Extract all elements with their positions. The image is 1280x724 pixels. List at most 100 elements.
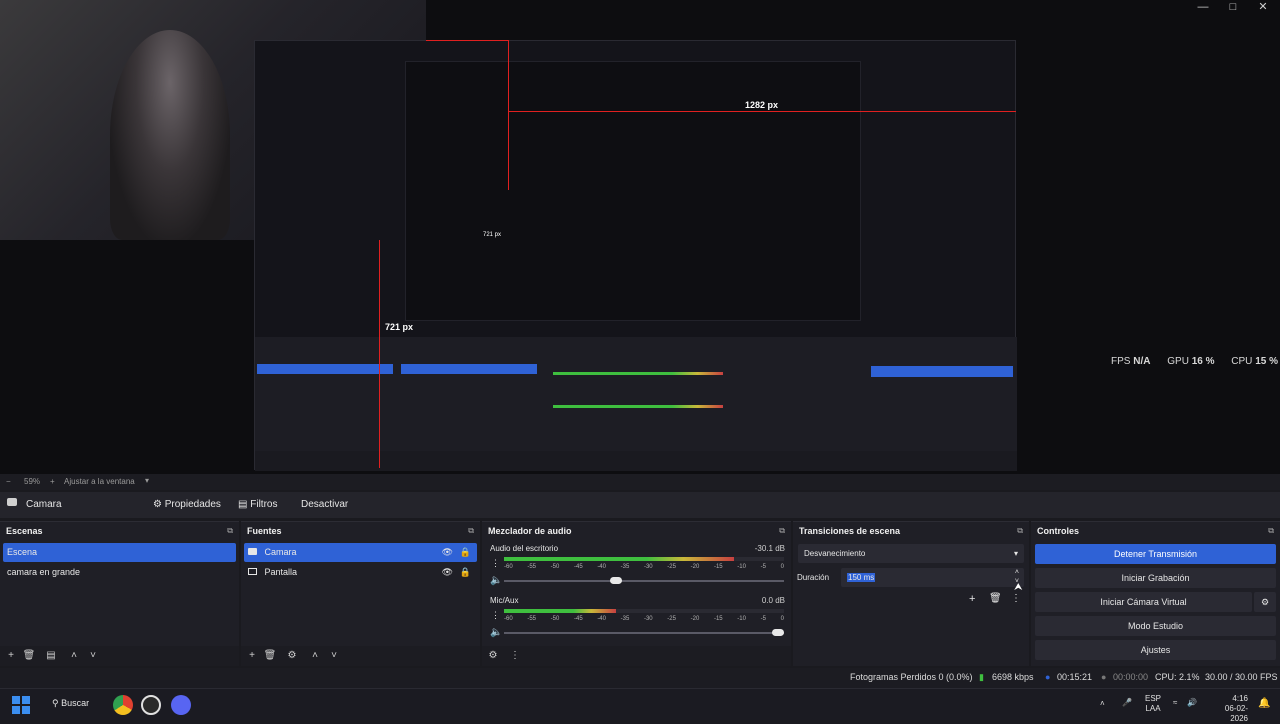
- settings-button[interactable]: Ajustes: [1035, 640, 1276, 660]
- lock-icon[interactable]: 🔒: [460, 563, 471, 582]
- stop-stream-button[interactable]: Detener Transmisión: [1035, 544, 1276, 564]
- add-icon[interactable]: +: [245, 650, 259, 661]
- menu-dots-icon[interactable]: ⋮: [491, 610, 500, 621]
- tick-label: -30: [643, 564, 653, 570]
- filter-icon: ▤: [238, 499, 248, 510]
- sources-footer: + 🗑 ⚙ ˄ ˅: [241, 646, 480, 666]
- properties-button[interactable]: ⚙ Propiedades: [145, 495, 229, 515]
- chevron-up-icon[interactable]: ˄: [1100, 699, 1105, 708]
- volume-slider-handle[interactable]: [772, 629, 784, 636]
- measure-line-vertical-2: [508, 40, 509, 190]
- tick-label: 0: [780, 616, 784, 622]
- add-icon[interactable]: +: [969, 593, 975, 605]
- minimize-icon[interactable]: —: [1188, 0, 1218, 14]
- menu-dots-icon[interactable]: ⋮: [1011, 593, 1021, 604]
- transition-select[interactable]: Desvanecimiento ▾: [798, 544, 1024, 563]
- trash-icon[interactable]: 🗑: [263, 650, 277, 661]
- screen-capture: [254, 40, 1017, 471]
- filter-icon[interactable]: ▤: [44, 650, 58, 661]
- trash-icon[interactable]: 🗑: [22, 650, 36, 661]
- speaker-icon[interactable]: 🔈: [490, 627, 502, 638]
- deactivate-button[interactable]: Desactivar: [293, 495, 356, 515]
- menu-dots-icon[interactable]: ⋮: [508, 650, 522, 661]
- height-measure-label: 721 px: [385, 322, 414, 332]
- notification-icon[interactable]: 🔔: [1258, 698, 1270, 709]
- channel-db: -30.1 dB: [754, 544, 785, 553]
- undock-icon[interactable]: ⧉: [1017, 526, 1023, 536]
- close-icon[interactable]: ✕: [1248, 0, 1278, 14]
- taskbar: ⚲ Buscar ˄ 🎤 ESP LAA ≈ 🔊 4:16 06-02-2026…: [0, 688, 1280, 723]
- tick-label: -25: [667, 616, 676, 622]
- controls-dock: Controles ⧉ Detener Transmisión Iniciar …: [1031, 521, 1280, 666]
- undock-icon[interactable]: ⧉: [468, 526, 474, 536]
- volume-slider[interactable]: [504, 632, 784, 634]
- volume-slider-handle[interactable]: [610, 577, 623, 584]
- nested-meter: [553, 372, 723, 375]
- channel-name: Audio del escritorio: [490, 544, 559, 553]
- maximize-icon[interactable]: □: [1218, 0, 1248, 14]
- fps-readout: 30.00 / 30.00 FPS: [1205, 672, 1278, 682]
- nested-scene-selected: [257, 364, 393, 374]
- volume-icon[interactable]: 🔊: [1187, 698, 1197, 707]
- wifi-icon[interactable]: ≈: [1173, 698, 1177, 707]
- studio-mode-button[interactable]: Modo Estudio: [1035, 616, 1276, 636]
- eye-icon[interactable]: 👁: [442, 543, 453, 562]
- zoom-bar: − 59% + Ajustar a la ventana ▾: [0, 474, 1280, 490]
- lock-icon[interactable]: 🔒: [460, 543, 471, 562]
- mouse-cursor-icon: ⮝: [1014, 582, 1023, 593]
- arrow-up-icon[interactable]: ˄: [67, 650, 81, 661]
- trash-icon[interactable]: 🗑: [989, 593, 1002, 604]
- filters-button[interactable]: ▤ Filtros: [230, 495, 285, 515]
- source-item[interactable]: Pantalla 👁 🔒: [244, 563, 477, 582]
- gear-icon[interactable]: ⚙: [486, 650, 500, 661]
- discord-icon[interactable]: [171, 695, 191, 715]
- sources-dock: Fuentes ⧉ Camara 👁 🔒 Pantalla 👁 🔒 + 🗑 ⚙ …: [241, 521, 480, 666]
- obs-icon[interactable]: [141, 695, 161, 715]
- tick-label: -40: [597, 564, 606, 570]
- volume-slider[interactable]: [504, 580, 784, 582]
- gear-icon[interactable]: ⚙: [285, 650, 299, 661]
- language-indicator[interactable]: ESP LAA: [1145, 694, 1161, 714]
- taskbar-search[interactable]: ⚲ Buscar: [52, 698, 89, 709]
- eye-icon[interactable]: 👁: [442, 563, 453, 582]
- tick-label: -30: [643, 616, 653, 622]
- dropped-frames: Fotogramas Perdidos 0 (0.0%): [850, 672, 973, 682]
- volume-meter: [504, 609, 784, 613]
- tick-label: -10: [737, 564, 746, 570]
- scene-item[interactable]: Escena: [3, 543, 236, 562]
- bitrate: 6698 kbps: [992, 672, 1034, 682]
- undock-icon[interactable]: ⧉: [779, 526, 785, 536]
- status-bar: Fotogramas Perdidos 0 (0.0%) ▮ 6698 kbps…: [0, 668, 1280, 688]
- source-item[interactable]: Camara 👁 🔒: [244, 543, 477, 562]
- arrow-down-icon[interactable]: ˅: [86, 650, 100, 661]
- zoom-out-button[interactable]: −: [6, 477, 11, 486]
- arrow-down-icon[interactable]: ˅: [327, 650, 341, 661]
- zoom-in-button[interactable]: +: [50, 477, 55, 486]
- chrome-icon[interactable]: [113, 695, 133, 715]
- scenes-title: Escenas: [6, 526, 43, 536]
- tick-label: -35: [620, 616, 630, 622]
- tick-label: -45: [573, 564, 583, 570]
- nested-source-selected: [401, 364, 537, 374]
- arrow-up-icon[interactable]: ˄: [308, 650, 322, 661]
- speaker-icon[interactable]: 🔈: [490, 575, 502, 586]
- zoom-fit-select[interactable]: Ajustar a la ventana: [64, 477, 135, 486]
- undock-icon[interactable]: ⧉: [227, 526, 233, 536]
- start-virtual-camera-button[interactable]: Iniciar Cámara Virtual: [1035, 592, 1252, 612]
- add-icon[interactable]: +: [4, 650, 18, 661]
- duration-input[interactable]: 150 ms ˄ ˅: [841, 568, 1024, 587]
- microphone-icon[interactable]: 🎤: [1122, 698, 1132, 707]
- scene-item[interactable]: camara en grande: [3, 563, 236, 582]
- scenes-dock: Escenas ⧉ Escena camara en grande + 🗑 ▤ …: [0, 521, 239, 666]
- volume-meter: [504, 557, 784, 561]
- tick-label: 0: [780, 564, 784, 570]
- menu-dots-icon[interactable]: ⋮: [491, 558, 500, 569]
- windows-start-icon[interactable]: [12, 696, 30, 714]
- stream-time: 00:15:21: [1057, 672, 1093, 682]
- virtual-camera-settings-button[interactable]: ⚙: [1254, 592, 1276, 612]
- chevron-down-icon[interactable]: ▾: [145, 476, 149, 485]
- start-recording-button[interactable]: Iniciar Grabación: [1035, 568, 1276, 588]
- undock-icon[interactable]: ⧉: [1268, 526, 1274, 536]
- stats-readout: FPS N/A GPU 16 % CPU 15 %: [1111, 356, 1278, 367]
- program-preview[interactable]: 1282 px 721 px 721 px FPS N/A GPU 16 % C…: [0, 0, 1280, 474]
